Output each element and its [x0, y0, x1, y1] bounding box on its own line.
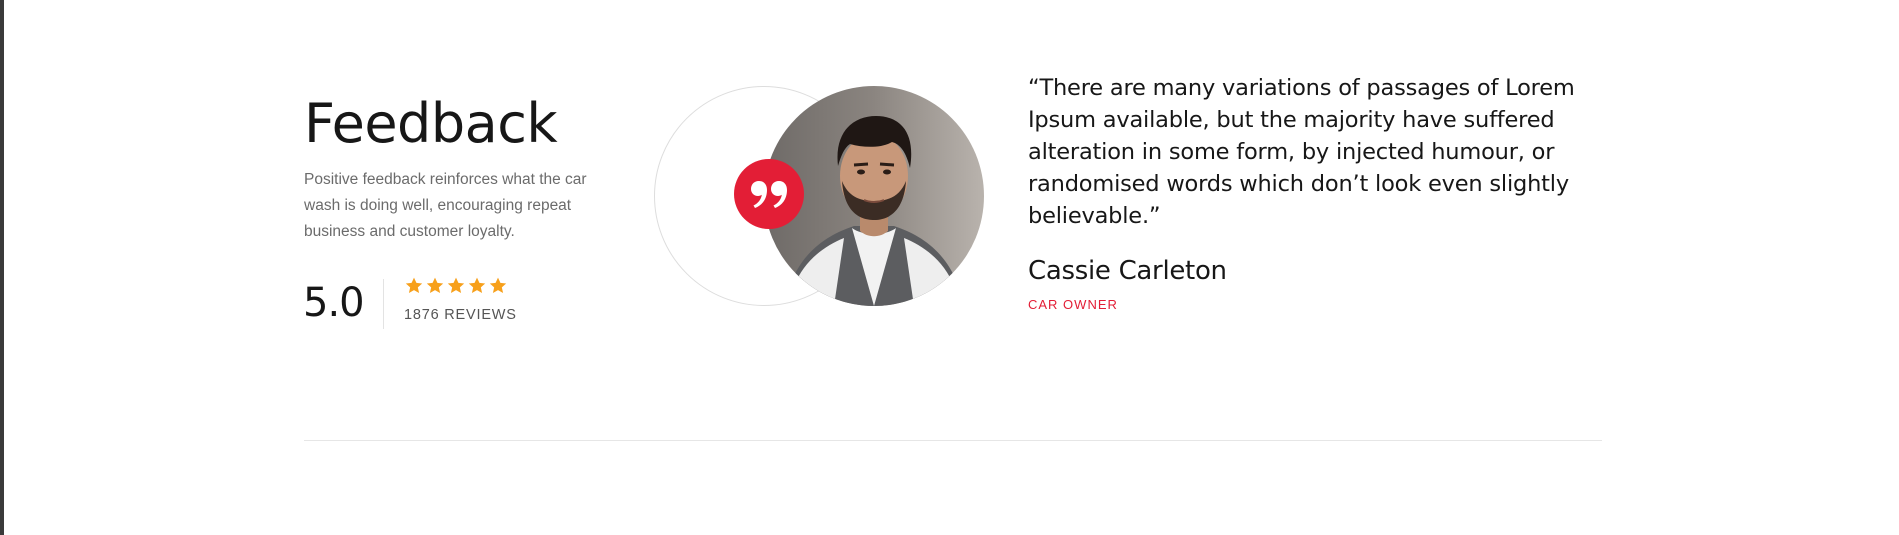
rating-score: 5.0 [303, 280, 365, 326]
star-icon [489, 277, 507, 293]
quote-badge [734, 159, 804, 229]
feedback-description: Positive feedback reinforces what the ca… [304, 171, 587, 240]
feedback-heading: Feedback [304, 92, 558, 155]
feedback-section: Feedback Positive feedback reinforces wh… [0, 0, 1899, 535]
star-icon [405, 277, 423, 293]
rating-divider [383, 279, 384, 329]
section-divider [304, 440, 1602, 441]
star-rating [404, 276, 508, 296]
author-role: CAR OWNER [1028, 297, 1118, 312]
quote-icon [751, 181, 787, 208]
star-icon [426, 277, 444, 293]
testimonial-quote: “There are many variations of passages o… [1028, 75, 1575, 229]
star-icon [468, 277, 486, 293]
author-name: Cassie Carleton [1028, 256, 1227, 286]
reviews-count: 1876 REVIEWS [404, 307, 517, 323]
star-icon [447, 277, 465, 293]
